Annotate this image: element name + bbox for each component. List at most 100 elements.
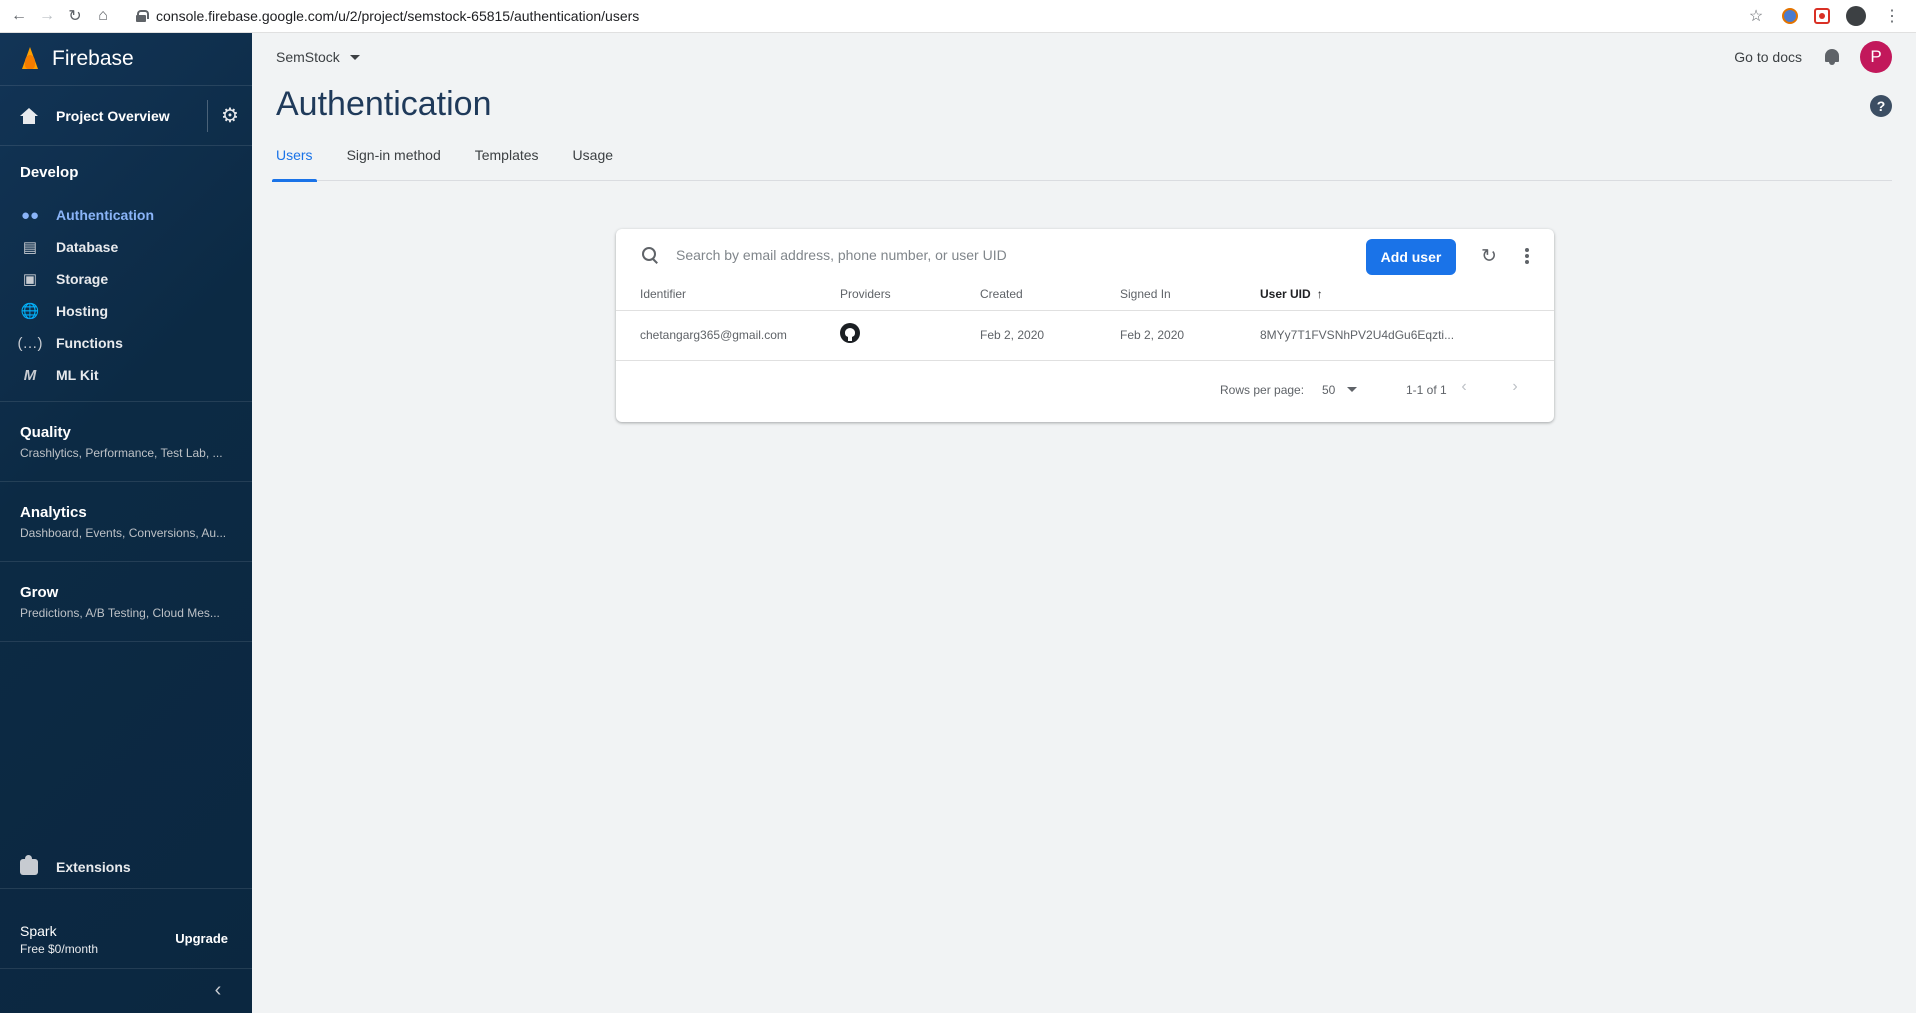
group-title: Grow bbox=[20, 584, 59, 601]
cell-identifier: chetangarg365@gmail.com bbox=[640, 328, 787, 342]
column-header-label: User UID bbox=[1260, 287, 1311, 301]
hosting-icon: 🌐 bbox=[20, 303, 40, 320]
sidebar-item-storage[interactable]: ▣ Storage bbox=[0, 263, 252, 295]
tab-templates[interactable]: Templates bbox=[473, 147, 541, 181]
group-subtitle: Crashlytics, Performance, Test Lab, ... bbox=[20, 446, 223, 460]
lock-icon bbox=[136, 10, 149, 22]
sidebar-group-quality[interactable]: Quality Crashlytics, Performance, Test L… bbox=[0, 402, 252, 482]
star-icon[interactable]: ☆ bbox=[1746, 6, 1766, 26]
cell-user-uid: 8MYy7T1FVSNhPV2U4dGu6Eqzti... bbox=[1260, 328, 1455, 342]
column-header-signed-in[interactable]: Signed In bbox=[1120, 287, 1171, 301]
go-to-docs-link[interactable]: Go to docs bbox=[1734, 49, 1802, 65]
forward-icon[interactable]: → bbox=[38, 7, 56, 25]
refresh-icon[interactable]: ↻ bbox=[1480, 246, 1498, 267]
browser-toolbar: ← → ↻ ⌂ console.firebase.google.com/u/2/… bbox=[0, 0, 1916, 33]
chevron-right-icon[interactable]: › bbox=[1505, 377, 1525, 397]
address-bar[interactable]: console.firebase.google.com/u/2/project/… bbox=[136, 8, 1746, 24]
people-icon: ●● bbox=[20, 206, 40, 224]
sidebar-item-label: ML Kit bbox=[56, 367, 99, 383]
project-overview-link[interactable]: Project Overview bbox=[0, 86, 207, 145]
main-content: SemStock Go to docs P Authentication ? U… bbox=[252, 33, 1916, 1013]
sidebar-group-grow[interactable]: Grow Predictions, A/B Testing, Cloud Mes… bbox=[0, 562, 252, 642]
cell-created: Feb 2, 2020 bbox=[980, 328, 1045, 342]
sidebar-item-ml-kit[interactable]: M ML Kit bbox=[0, 359, 252, 391]
develop-section: Develop ●● Authentication ▤ Database ▣ S… bbox=[0, 146, 252, 402]
users-card: Add user ↻ Identifier Providers Created … bbox=[616, 229, 1554, 422]
rows-per-page-select[interactable]: 50 bbox=[1322, 383, 1335, 397]
sidebar-item-label: Storage bbox=[56, 271, 109, 287]
sidebar-item-functions[interactable]: (…) Functions bbox=[0, 327, 252, 359]
help-icon[interactable]: ? bbox=[1870, 95, 1892, 117]
plan-price: Free $0/month bbox=[20, 942, 99, 956]
firebase-logo-icon bbox=[20, 47, 40, 71]
pagination: Rows per page: 50 1-1 of 1 ‹ › bbox=[616, 361, 1554, 415]
column-header-providers: Providers bbox=[840, 287, 891, 301]
sidebar-item-hosting[interactable]: 🌐 Hosting bbox=[0, 295, 252, 327]
group-title: Quality bbox=[20, 424, 71, 441]
search-icon bbox=[642, 247, 658, 263]
sidebar-brand[interactable]: Firebase bbox=[0, 33, 252, 86]
sidebar-group-analytics[interactable]: Analytics Dashboard, Events, Conversions… bbox=[0, 482, 252, 562]
back-icon[interactable]: ← bbox=[10, 7, 28, 25]
extension-icon[interactable] bbox=[1782, 8, 1798, 24]
group-subtitle: Predictions, A/B Testing, Cloud Mes... bbox=[20, 606, 220, 620]
sidebar-item-authentication[interactable]: ●● Authentication bbox=[0, 199, 252, 231]
extensions-icon bbox=[20, 854, 38, 875]
sidebar-item-label: Hosting bbox=[56, 303, 109, 319]
avatar[interactable]: P bbox=[1860, 41, 1892, 73]
sidebar-item-extensions[interactable]: Extensions bbox=[0, 845, 252, 889]
upgrade-button[interactable]: Upgrade bbox=[175, 931, 228, 946]
develop-title[interactable]: Develop bbox=[0, 164, 252, 181]
database-icon: ▤ bbox=[22, 239, 38, 256]
project-selector[interactable]: SemStock bbox=[276, 49, 340, 65]
search-input[interactable] bbox=[676, 247, 1196, 263]
sidebar-item-database[interactable]: ▤ Database bbox=[0, 231, 252, 263]
page-range: 1-1 of 1 bbox=[1406, 383, 1447, 397]
home-icon bbox=[20, 107, 38, 124]
github-icon bbox=[840, 323, 860, 343]
chevron-left-icon[interactable]: ‹ bbox=[1454, 377, 1474, 397]
url-text[interactable]: console.firebase.google.com/u/2/project/… bbox=[156, 8, 639, 24]
project-overview-label: Project Overview bbox=[56, 107, 170, 124]
sidebar-item-label: Database bbox=[56, 239, 119, 255]
column-header-created[interactable]: Created bbox=[980, 287, 1023, 301]
screenshot-extension-icon[interactable] bbox=[1814, 8, 1830, 24]
plan-info: Spark Free $0/month Upgrade bbox=[0, 911, 252, 969]
more-vert-icon[interactable] bbox=[1518, 247, 1536, 265]
table-row[interactable]: chetangarg365@gmail.com Feb 2, 2020 Feb … bbox=[616, 311, 1554, 361]
sort-ascending-icon: ↑ bbox=[1316, 287, 1323, 301]
collapse-sidebar-icon[interactable]: ‹ bbox=[206, 978, 230, 1002]
search-row: Add user ↻ bbox=[616, 229, 1554, 281]
tab-users[interactable]: Users bbox=[272, 147, 317, 182]
cell-signed-in: Feb 2, 2020 bbox=[1120, 328, 1185, 342]
chevron-down-icon[interactable] bbox=[1347, 387, 1357, 392]
add-user-button[interactable]: Add user bbox=[1366, 239, 1456, 275]
browser-menu-icon[interactable]: ⋮ bbox=[1882, 6, 1902, 26]
page-title: Authentication bbox=[276, 85, 492, 123]
chevron-down-icon[interactable] bbox=[349, 54, 360, 60]
reload-icon[interactable]: ↻ bbox=[66, 7, 84, 25]
mlkit-icon: M bbox=[23, 366, 37, 384]
functions-icon: (…) bbox=[17, 334, 43, 352]
column-header-user-uid[interactable]: User UID ↑ bbox=[1260, 287, 1323, 301]
gear-icon[interactable]: ⚙ bbox=[208, 86, 252, 145]
home-page-icon[interactable]: ⌂ bbox=[94, 7, 112, 25]
sidebar-item-label: Extensions bbox=[56, 858, 131, 875]
plan-name: Spark bbox=[20, 923, 57, 939]
tab-usage[interactable]: Usage bbox=[571, 147, 615, 181]
group-title: Analytics bbox=[20, 504, 87, 521]
storage-icon: ▣ bbox=[22, 271, 38, 288]
column-header-identifier[interactable]: Identifier bbox=[640, 287, 686, 301]
group-subtitle: Dashboard, Events, Conversions, Au... bbox=[20, 526, 227, 540]
brand-name: Firebase bbox=[52, 47, 134, 70]
browser-profile-avatar[interactable] bbox=[1846, 6, 1866, 26]
sidebar: Firebase Project Overview ⚙ Develop ●● A… bbox=[0, 33, 252, 1013]
tab-bar: Users Sign-in method Templates Usage bbox=[272, 147, 1892, 182]
notifications-bell-icon[interactable] bbox=[1824, 48, 1840, 66]
sidebar-item-label: Functions bbox=[56, 335, 123, 351]
sidebar-item-label: Authentication bbox=[56, 207, 154, 223]
table-header: Identifier Providers Created Signed In U… bbox=[616, 281, 1554, 311]
rows-per-page-label: Rows per page: bbox=[1220, 383, 1305, 397]
tab-sign-in-method[interactable]: Sign-in method bbox=[345, 147, 443, 181]
top-bar: SemStock Go to docs P bbox=[252, 33, 1916, 81]
